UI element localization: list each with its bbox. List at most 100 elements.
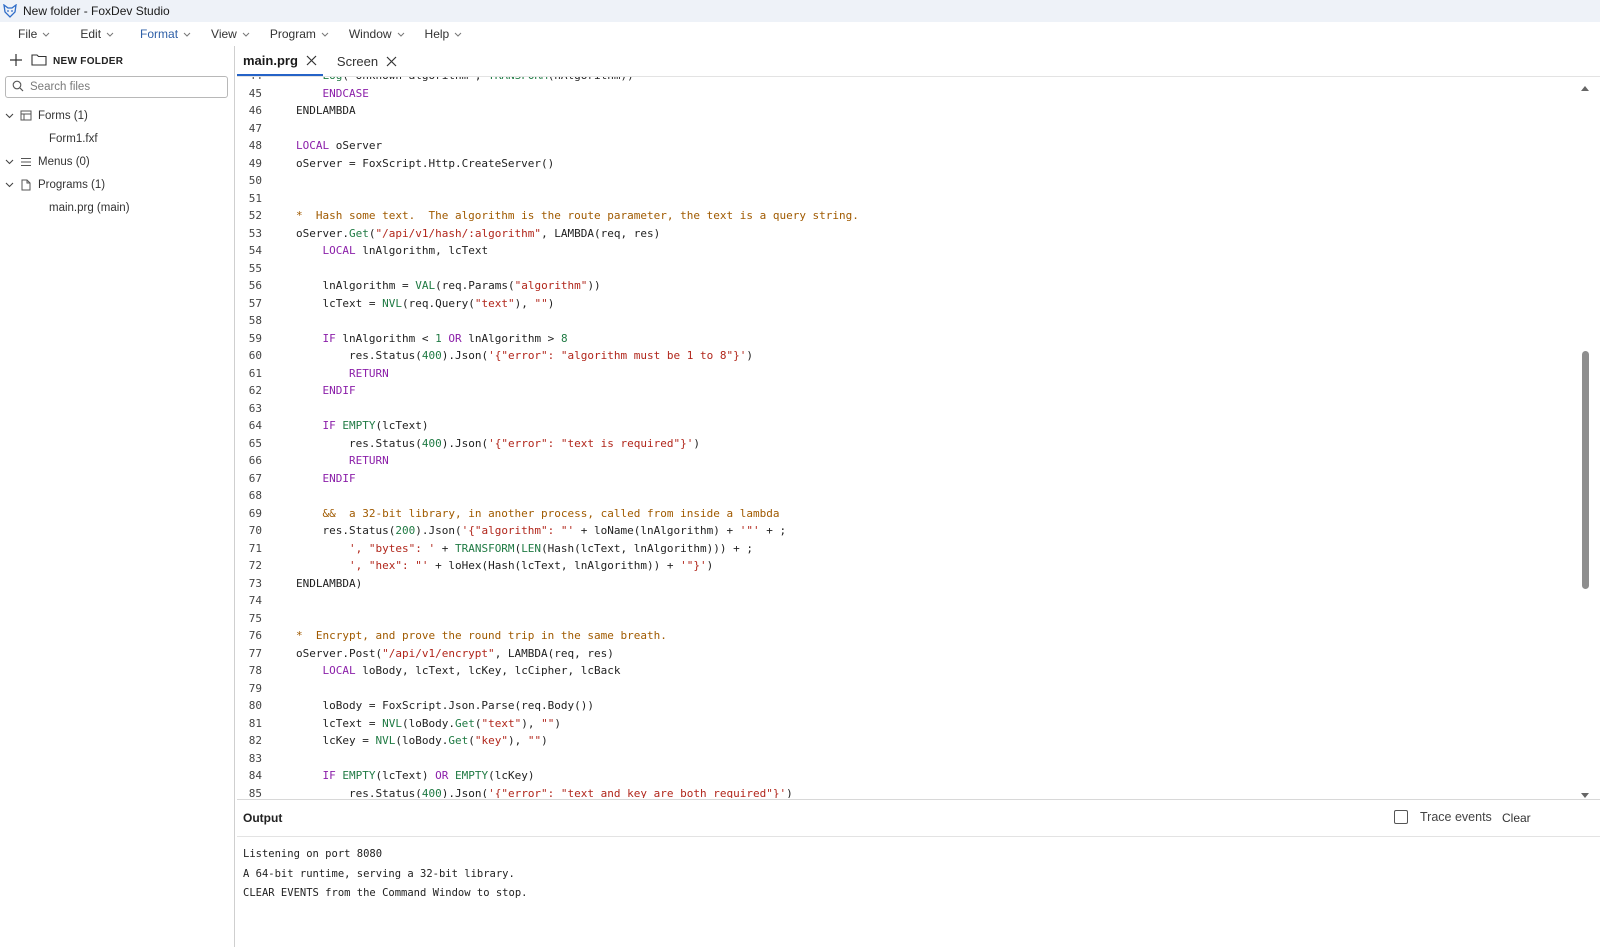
line-number: 62 — [248, 384, 262, 397]
tab-main-prg[interactable]: main.prg — [237, 47, 323, 76]
code-line: 58 — [237, 312, 859, 330]
line-number: 48 — [248, 139, 262, 152]
line-number: 66 — [248, 454, 262, 467]
code-text: loBody = FoxScript.Json.Parse(req.Body()… — [296, 699, 595, 712]
output-header: Output Trace events Clear — [237, 800, 1600, 837]
output-line: A 64-bit runtime, serving a 32-bit libra… — [243, 867, 515, 880]
code-text: ENDIF — [322, 384, 356, 397]
menu-window[interactable]: Window — [339, 22, 415, 46]
search-box — [5, 76, 228, 98]
tree-item-main-prg[interactable]: main.prg (main) — [0, 196, 234, 219]
code-text: IF lnAlgorithm < 1 OR lnAlgorithm > 8 — [322, 331, 568, 345]
menu-program[interactable]: Program — [260, 22, 339, 46]
code-line: 59 IF lnAlgorithm < 1 OR lnAlgorithm > 8 — [237, 330, 859, 348]
line-number: 61 — [248, 366, 262, 380]
line-number: 55 — [248, 261, 262, 275]
code-text: LOCAL lnAlgorithm, lcText — [322, 244, 489, 257]
code-line: 79 — [237, 680, 859, 698]
code-line: 85 res.Status(400).Json('{"error": "text… — [237, 785, 859, 799]
tree-node-menus[interactable]: Menus (0) — [0, 150, 234, 173]
tab-screen[interactable]: Screen — [331, 47, 403, 76]
line-number: 47 — [248, 121, 262, 135]
code-line: 44 Log("Unknown algorithm", TRANSFORM(nA… — [237, 77, 859, 85]
tree-node-programs[interactable]: Programs (1) — [0, 173, 234, 196]
menu-file[interactable]: File — [0, 22, 60, 46]
line-number: 44 — [237, 77, 296, 85]
code-text: ENDIF — [322, 471, 356, 485]
menu-file-label: File — [18, 27, 38, 41]
scroll-up-icon[interactable] — [1580, 81, 1590, 95]
line-number: 74 — [248, 594, 262, 607]
tab-label: Screen — [336, 54, 379, 69]
line-number: 50 — [248, 174, 262, 187]
code-line: 55 — [237, 260, 859, 278]
tree-node-label: Programs (1) — [38, 178, 106, 191]
code-line: 84 IF EMPTY(lcText) OR EMPTY(lcKey) — [237, 767, 859, 785]
line-number: 53 — [248, 226, 262, 240]
scrollbar-thumb[interactable] — [1582, 351, 1589, 589]
tree-item-label: Form1.fxf — [49, 132, 98, 145]
line-number: 78 — [248, 664, 262, 677]
chevron-down-icon[interactable] — [3, 113, 15, 119]
line-number: 63 — [248, 401, 262, 415]
trace-events-checkbox[interactable] — [1394, 810, 1408, 824]
close-icon[interactable] — [306, 55, 317, 66]
tree-item-form1[interactable]: Form1.fxf — [0, 127, 234, 150]
line-number: 65 — [248, 436, 262, 450]
tree-node-forms[interactable]: Forms (1) — [0, 104, 234, 127]
editor-area: main.prg Screen 44 Log("Unknown algorith… — [237, 46, 1600, 798]
new-folder-icon[interactable] — [31, 53, 47, 69]
code-line: 83 — [237, 750, 859, 768]
line-number: 52 — [248, 209, 262, 222]
code-editor[interactable]: 44 Log("Unknown algorithm", TRANSFORM(nA… — [237, 77, 1600, 798]
code-line: 52 * Hash some text. The algorithm is the… — [237, 207, 859, 225]
code-line: 82 lcKey = NVL(loBody.Get("key"), "") — [237, 732, 859, 750]
trace-events-toggle[interactable]: Trace events — [1394, 810, 1492, 824]
chevron-down-icon[interactable] — [3, 159, 15, 165]
chevron-down-icon — [42, 32, 50, 37]
tab-bar: main.prg Screen — [237, 46, 1600, 77]
chevron-down-icon — [183, 32, 191, 37]
menu-help[interactable]: Help — [415, 22, 473, 46]
line-number: 84 — [248, 769, 262, 782]
code-line: 56 lnAlgorithm = VAL(req.Params("algorit… — [237, 277, 859, 295]
menu-edit[interactable]: Edit — [70, 22, 124, 46]
code-line: 68 — [237, 487, 859, 505]
line-number: 81 — [248, 716, 262, 730]
code-line: 45 ENDCASE — [237, 85, 859, 103]
chevron-down-icon[interactable] — [3, 182, 15, 188]
code-line: 78 LOCAL loBody, lcText, lcKey, lcCipher… — [237, 662, 859, 680]
close-icon[interactable] — [386, 56, 397, 67]
code-text: * Encrypt, and prove the round trip in t… — [296, 629, 667, 642]
add-icon[interactable] — [9, 53, 23, 70]
clear-output-button[interactable]: Clear — [1502, 811, 1531, 825]
editor-scrollbar[interactable] — [1580, 81, 1590, 802]
code-text: * Hash some text. The algorithm is the r… — [296, 209, 859, 222]
code-text: res.Status(400).Json('{"error": "text is… — [296, 436, 701, 450]
chevron-down-icon — [454, 32, 462, 37]
line-number: 69 — [248, 506, 262, 520]
file-explorer-sidebar: NEW FOLDER Forms (1) Form1.fxf Menus (0)… — [0, 46, 235, 947]
code-line: 69 && a 32-bit library, in another proce… — [237, 505, 859, 523]
code-line: 57 lcText = NVL(req.Query("text"), "") — [237, 295, 859, 313]
code-line: 50 — [237, 172, 859, 190]
output-line: CLEAR EVENTS from the Command Window to … — [243, 887, 528, 899]
code-line: 63 — [237, 400, 859, 418]
menu-view[interactable]: View — [201, 22, 260, 46]
trace-events-label: Trace events — [1420, 810, 1492, 824]
output-title: Output — [243, 811, 283, 825]
output-line: Listening on port 8080 — [243, 848, 383, 860]
code-line: 74 — [237, 592, 859, 610]
code-text: oServer.Get("/api/v1/hash/:algorithm", L… — [296, 226, 661, 240]
line-number: 60 — [248, 349, 262, 362]
code-line: 48 LOCAL oServer — [237, 137, 859, 155]
code-line: 61 RETURN — [237, 365, 859, 383]
chevron-down-icon — [106, 32, 114, 37]
search-files-input[interactable] — [28, 80, 222, 94]
code-line: 60 res.Status(400).Json('{"error": "algo… — [237, 347, 859, 365]
menu-format[interactable]: Format — [130, 22, 201, 46]
title-bar: New folder - FoxDev Studio — [0, 0, 1600, 22]
code-line: 72 ', "hex": "' + loHex(Hash(lcText, lnA… — [237, 557, 859, 575]
code-text: lcText = NVL(loBody.Get("text"), "") — [296, 716, 561, 730]
line-number: 57 — [248, 296, 262, 310]
